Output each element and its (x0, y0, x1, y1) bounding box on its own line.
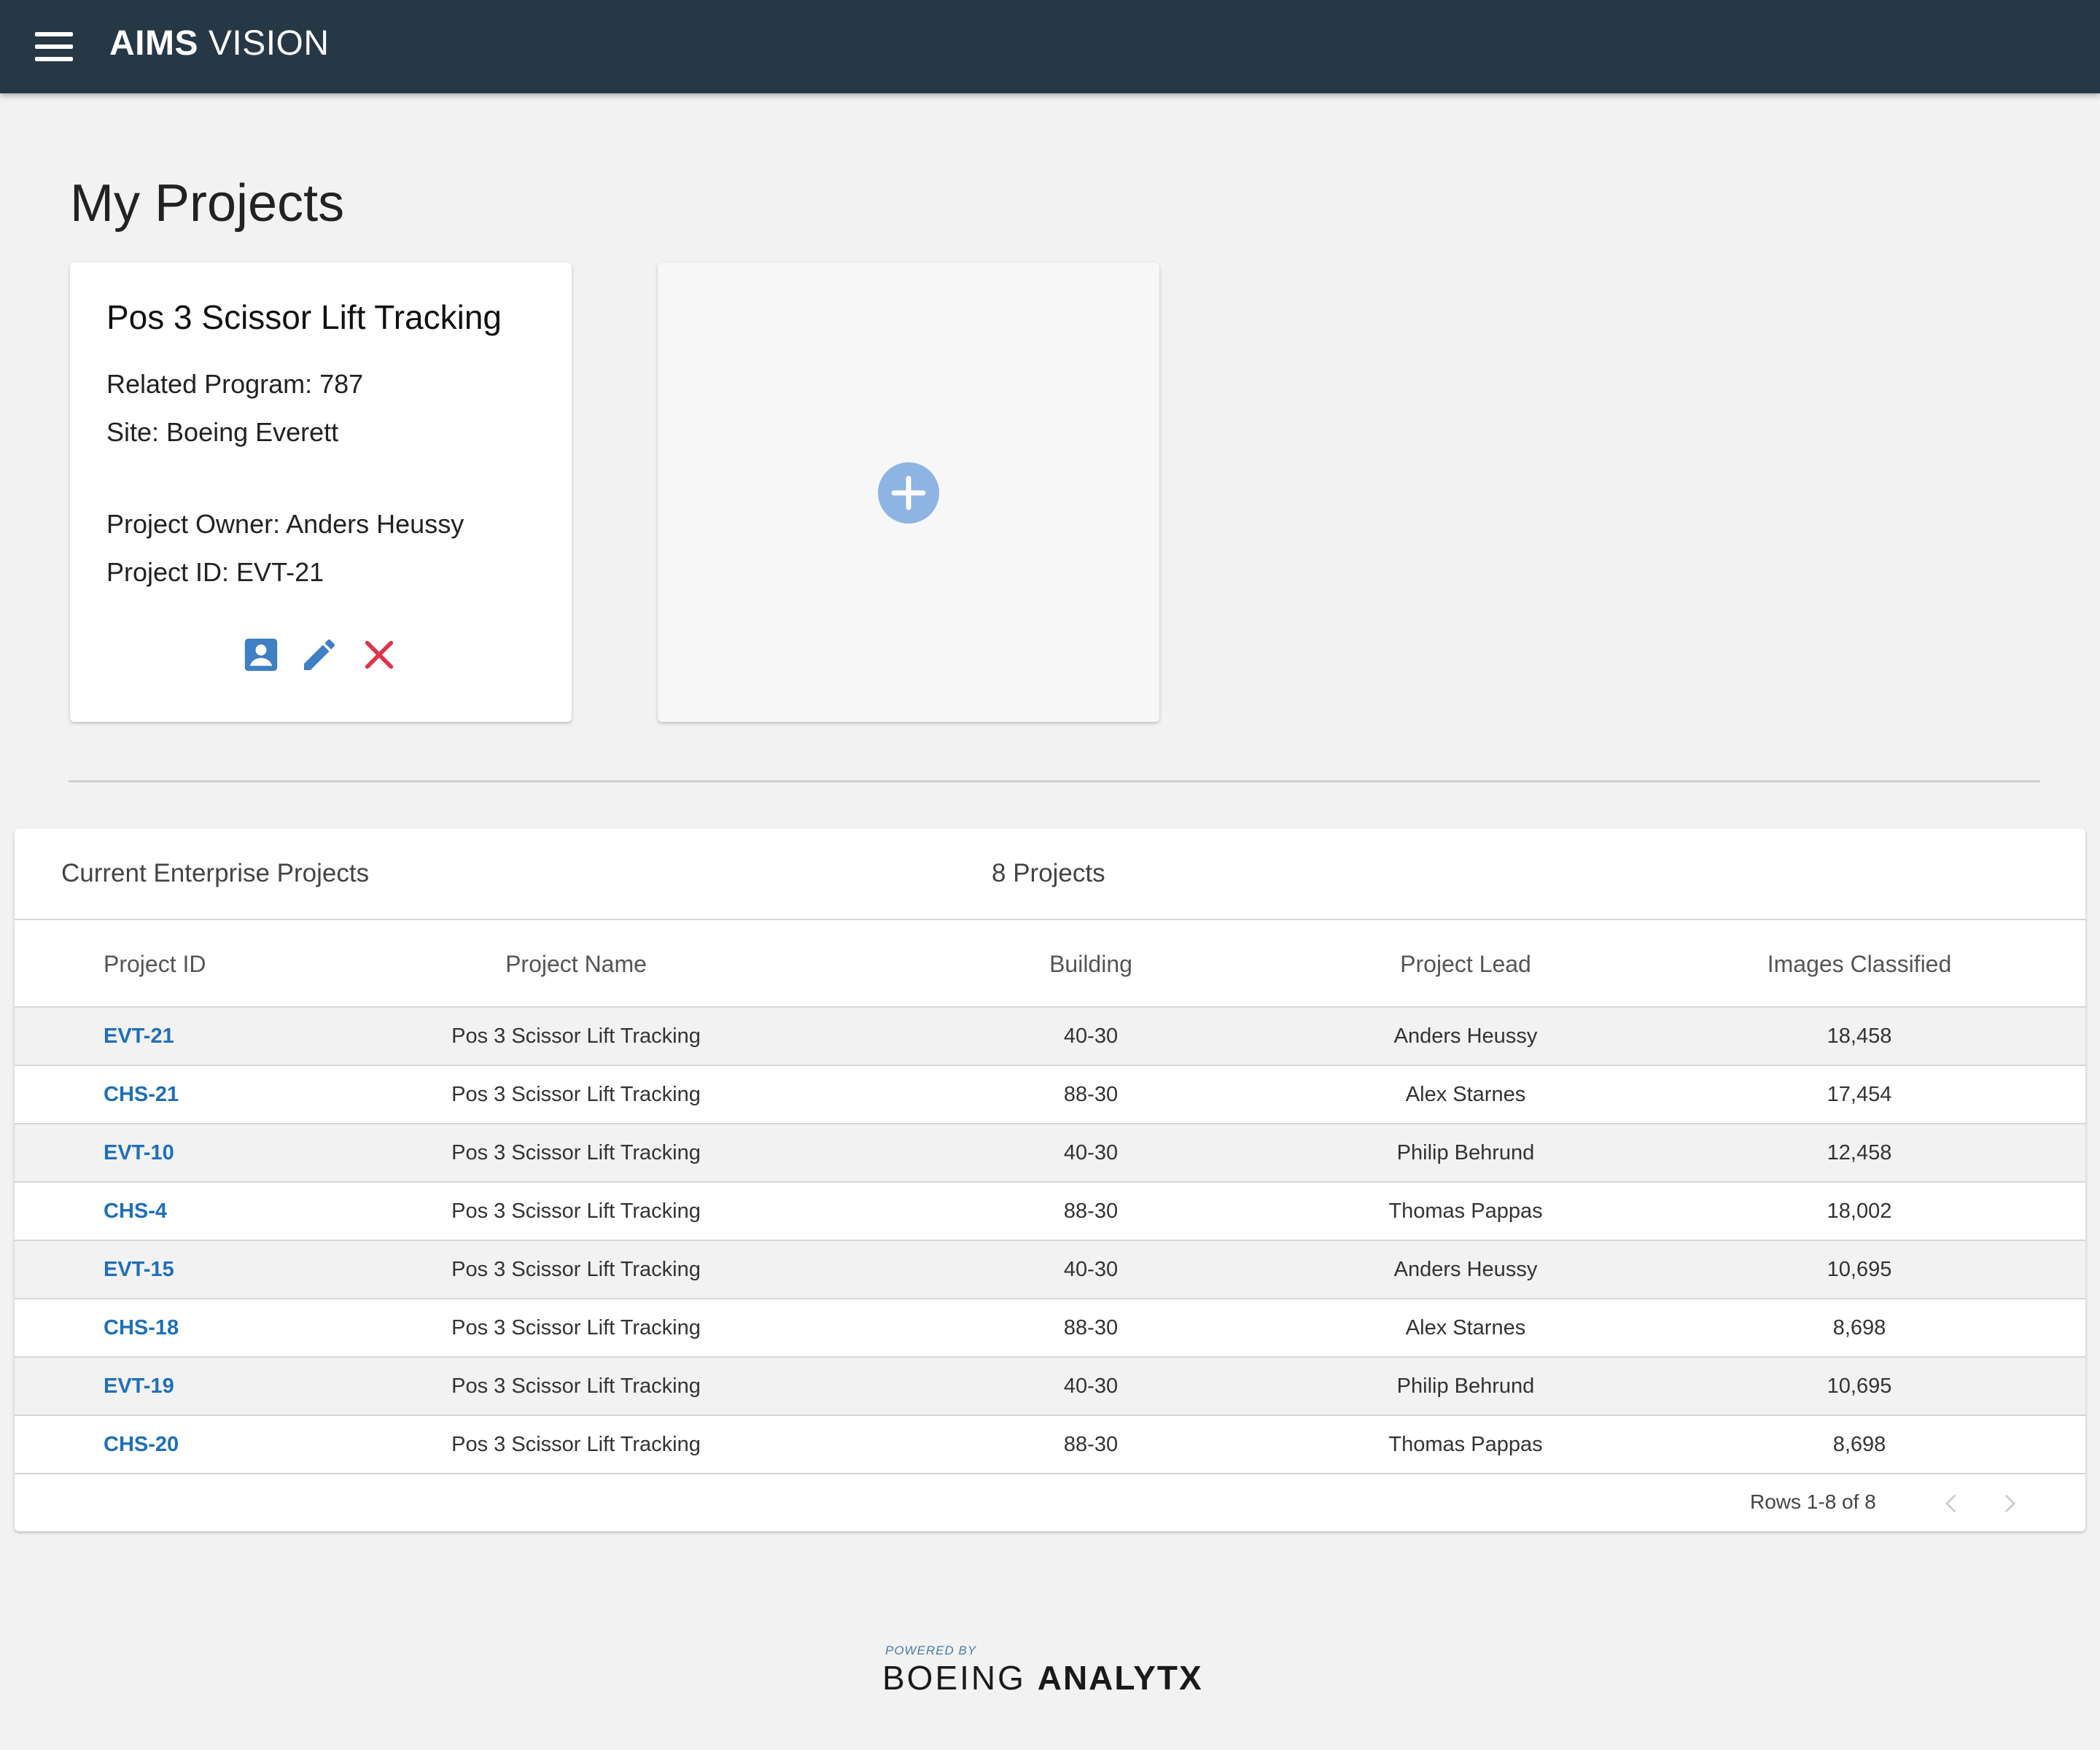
building-cell: 40-30 (1063, 1140, 1119, 1164)
logo-analytx: ANALYTX (1037, 1659, 1203, 1697)
column-header-project-lead[interactable]: Project Lead (1356, 920, 1575, 1008)
rows-info: Rows 1-8 of 8 (1750, 1490, 1876, 1513)
project-name-cell: Pos 3 Scissor Lift Tracking (451, 1432, 701, 1456)
project-name-cell: Pos 3 Scissor Lift Tracking (451, 1082, 701, 1106)
boeing-analytx-logo: BOEING ANALYTX (882, 1658, 1203, 1698)
project-lead-cell: Anders Heussy (1393, 1024, 1538, 1048)
app-bar: AIMS VISION (0, 0, 2100, 93)
project-lead-cell: Thomas Pappas (1388, 1432, 1543, 1456)
table-row[interactable]: EVT-15 Pos 3 Scissor Lift Tracking 40-30… (15, 1241, 2085, 1299)
table-pagination: Rows 1-8 of 8 (15, 1474, 2085, 1531)
project-id-link[interactable]: CHS-18 (104, 1299, 322, 1356)
project-lead-cell: Alex Starnes (1405, 1315, 1526, 1339)
project-name-cell: Pos 3 Scissor Lift Tracking (451, 1257, 701, 1281)
project-id-link[interactable]: EVT-19 (104, 1358, 322, 1415)
images-classified-cell: 10,695 (1827, 1374, 1892, 1398)
chevron-left-icon[interactable] (1938, 1490, 1964, 1517)
images-classified-cell: 10,695 (1827, 1257, 1892, 1281)
project-id: Project ID: EVT-21 (106, 557, 324, 587)
project-name-cell: Pos 3 Scissor Lift Tracking (451, 1140, 701, 1164)
pencil-icon[interactable] (299, 634, 340, 675)
building-cell: 40-30 (1063, 1257, 1119, 1281)
building-cell: 40-30 (1063, 1374, 1119, 1398)
brand-bold: AIMS (109, 24, 198, 63)
building-cell: 88-30 (1063, 1432, 1119, 1456)
table-row[interactable]: CHS-21 Pos 3 Scissor Lift Tracking 88-30… (15, 1066, 2085, 1124)
building-cell: 88-30 (1063, 1315, 1119, 1339)
project-owner: Project Owner: Anders Heussy (106, 509, 464, 539)
project-lead-cell: Alex Starnes (1405, 1082, 1526, 1106)
project-count: 8 Projects (992, 859, 1105, 887)
account-box-icon[interactable] (241, 634, 281, 675)
table-row[interactable]: CHS-20 Pos 3 Scissor Lift Tracking 88-30… (15, 1416, 2085, 1474)
table-title: Current Enterprise Projects (61, 859, 370, 887)
table-row[interactable]: CHS-4 Pos 3 Scissor Lift Tracking 88-30 … (15, 1183, 2085, 1241)
close-icon[interactable] (359, 634, 400, 675)
add-project-card[interactable] (658, 262, 1159, 722)
project-lead-cell: Thomas Pappas (1388, 1199, 1543, 1223)
project-id-link[interactable]: CHS-4 (104, 1183, 322, 1240)
site: Site: Boeing Everett (106, 417, 339, 447)
project-name-cell: Pos 3 Scissor Lift Tracking (451, 1315, 701, 1339)
column-header-building[interactable]: Building (981, 920, 1200, 1008)
project-id-link[interactable]: EVT-10 (104, 1124, 322, 1181)
building-cell: 88-30 (1063, 1082, 1119, 1106)
images-classified-cell: 17,454 (1827, 1082, 1892, 1106)
table-header: Project ID Project Name Building Project… (15, 920, 2085, 1008)
project-card-title: Pos 3 Scissor Lift Tracking (106, 298, 502, 336)
project-lead-cell: Philip Behrund (1396, 1140, 1535, 1164)
project-lead-cell: Anders Heussy (1393, 1257, 1538, 1281)
table-row[interactable]: EVT-21 Pos 3 Scissor Lift Tracking 40-30… (15, 1008, 2085, 1066)
column-header-project-name[interactable]: Project Name (350, 920, 802, 1008)
chevron-right-icon[interactable] (1996, 1490, 2023, 1517)
images-classified-cell: 18,002 (1827, 1199, 1892, 1223)
enterprise-projects-table: Current Enterprise Projects 8 Projects P… (15, 828, 2085, 1531)
logo-boeing: BOEING (882, 1659, 1026, 1697)
project-name-cell: Pos 3 Scissor Lift Tracking (451, 1374, 701, 1398)
images-classified-cell: 12,458 (1827, 1140, 1892, 1164)
hamburger-menu-icon[interactable] (32, 29, 76, 64)
powered-by-label: POWERED BY (885, 1644, 977, 1657)
table-row[interactable]: CHS-18 Pos 3 Scissor Lift Tracking 88-30… (15, 1299, 2085, 1358)
building-cell: 88-30 (1063, 1199, 1119, 1223)
project-lead-cell: Philip Behrund (1396, 1374, 1535, 1398)
table-row[interactable]: EVT-19 Pos 3 Scissor Lift Tracking 40-30… (15, 1358, 2085, 1416)
section-divider (69, 780, 2040, 782)
table-row[interactable]: EVT-10 Pos 3 Scissor Lift Tracking 40-30… (15, 1124, 2085, 1183)
card-actions (70, 634, 572, 678)
brand-light: VISION (208, 24, 330, 63)
images-classified-cell: 18,458 (1827, 1024, 1892, 1048)
project-name-cell: Pos 3 Scissor Lift Tracking (451, 1199, 701, 1223)
page-title: My Projects (70, 174, 345, 233)
column-header-project-id[interactable]: Project ID (104, 920, 322, 1008)
related-program: Related Program: 787 (106, 369, 364, 399)
building-cell: 40-30 (1063, 1024, 1119, 1048)
plus-icon[interactable] (878, 462, 939, 524)
images-classified-cell: 8,698 (1832, 1432, 1886, 1456)
project-id-link[interactable]: CHS-21 (104, 1066, 322, 1123)
project-id-link[interactable]: EVT-21 (104, 1008, 322, 1065)
column-header-images-classified[interactable]: Images Classified (1750, 920, 1969, 1008)
project-card: Pos 3 Scissor Lift Tracking Related Prog… (70, 262, 572, 722)
app-brand: AIMS VISION (109, 23, 330, 63)
images-classified-cell: 8,698 (1832, 1315, 1886, 1339)
project-id-link[interactable]: CHS-20 (104, 1416, 322, 1473)
project-name-cell: Pos 3 Scissor Lift Tracking (451, 1024, 701, 1048)
project-id-link[interactable]: EVT-15 (104, 1241, 322, 1298)
